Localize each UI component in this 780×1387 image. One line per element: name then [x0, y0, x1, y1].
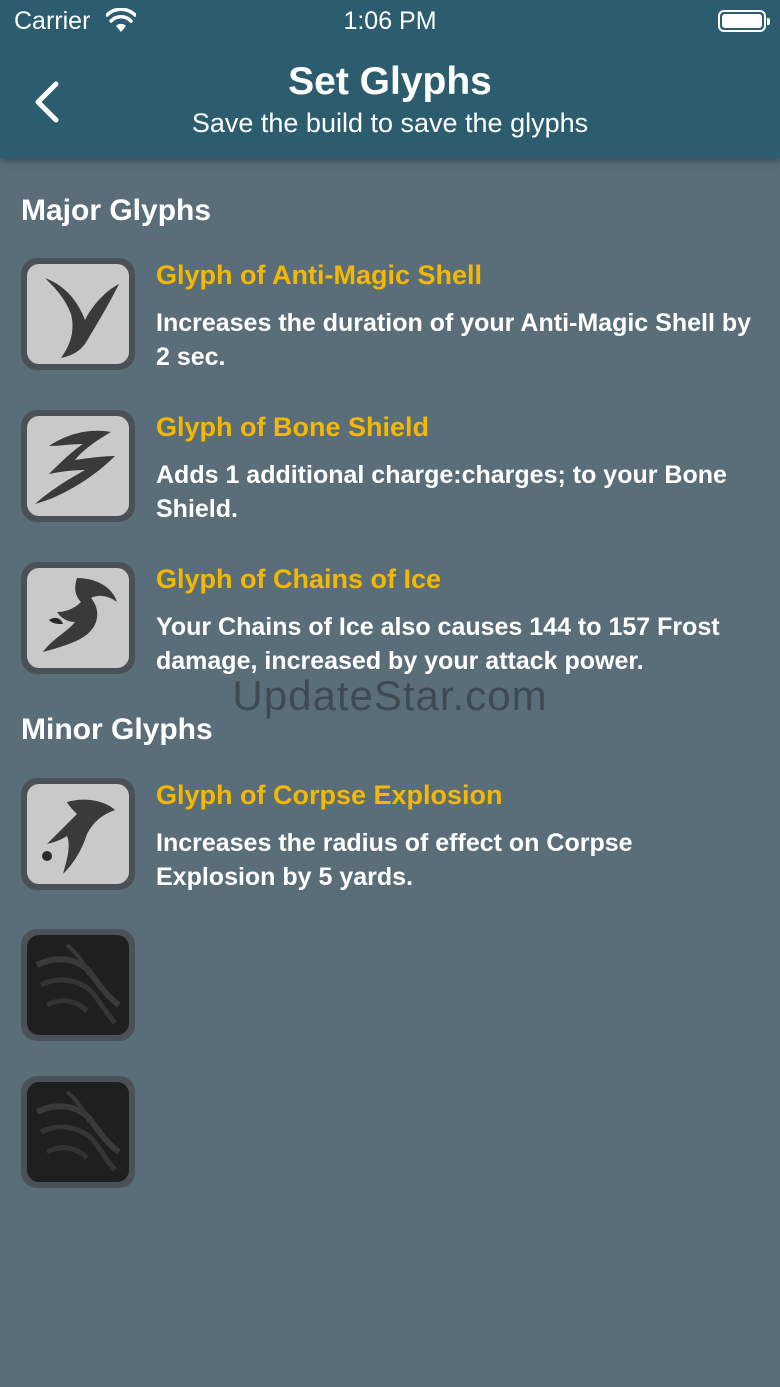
battery-icon [718, 10, 770, 32]
glyph-name: Glyph of Anti-Magic Shell [156, 260, 483, 290]
chains-of-ice-glyph-icon [43, 578, 117, 652]
glyph-row-major-3[interactable]: Glyph of Chains of Ice Your Chains of Ic… [21, 562, 761, 675]
status-time: 1:06 PM [343, 7, 437, 35]
glyph-slot[interactable] [21, 562, 135, 674]
empty-glyph-slot[interactable] [21, 929, 135, 1041]
glyph-row-minor-1[interactable]: Glyph of Corpse Explosion Increases the … [21, 778, 761, 891]
major-glyphs-heading: Major Glyphs [21, 194, 212, 227]
glyph-row-major-2[interactable]: Glyph of Bone Shield Adds 1 additional c… [21, 410, 761, 523]
glyph-description: Adds 1 additional charge:charges; to you… [156, 461, 727, 523]
glyph-name: Glyph of Corpse Explosion [156, 780, 503, 810]
minor-glyphs-heading: Minor Glyphs [21, 713, 213, 746]
empty-glyph-icon [35, 943, 121, 1025]
empty-glyph-icon [35, 1090, 121, 1172]
empty-glyph-slot[interactable] [21, 1076, 135, 1188]
bone-shield-glyph-icon [35, 430, 115, 504]
nav-header: Carrier 1:06 PM Set Glyphs Save the buil… [0, 0, 780, 158]
anti-magic-shell-glyph-icon [45, 278, 119, 358]
glyph-row-minor-empty-1[interactable] [21, 929, 761, 1041]
status-bar: Carrier 1:06 PM [0, 0, 780, 44]
page-subtitle: Save the build to save the glyphs [191, 108, 589, 138]
glyph-row-major-1[interactable]: Glyph of Anti-Magic Shell Increases the … [21, 258, 761, 371]
glyph-slot[interactable] [21, 778, 135, 890]
glyph-description: Your Chains of Ice also causes 144 to 15… [156, 613, 720, 675]
glyph-name: Glyph of Bone Shield [156, 412, 430, 442]
glyph-slot[interactable] [21, 410, 135, 522]
glyph-name: Glyph of Chains of Ice [156, 564, 442, 594]
glyph-row-minor-empty-2[interactable] [21, 1076, 761, 1188]
glyph-description: Increases the duration of your Anti-Magi… [156, 309, 752, 371]
glyph-description: Increases the radius of effect on Corpse… [156, 829, 633, 891]
page-title: Set Glyphs [288, 60, 492, 103]
glyph-slot[interactable] [21, 258, 135, 370]
corpse-explosion-glyph-icon [42, 799, 115, 874]
